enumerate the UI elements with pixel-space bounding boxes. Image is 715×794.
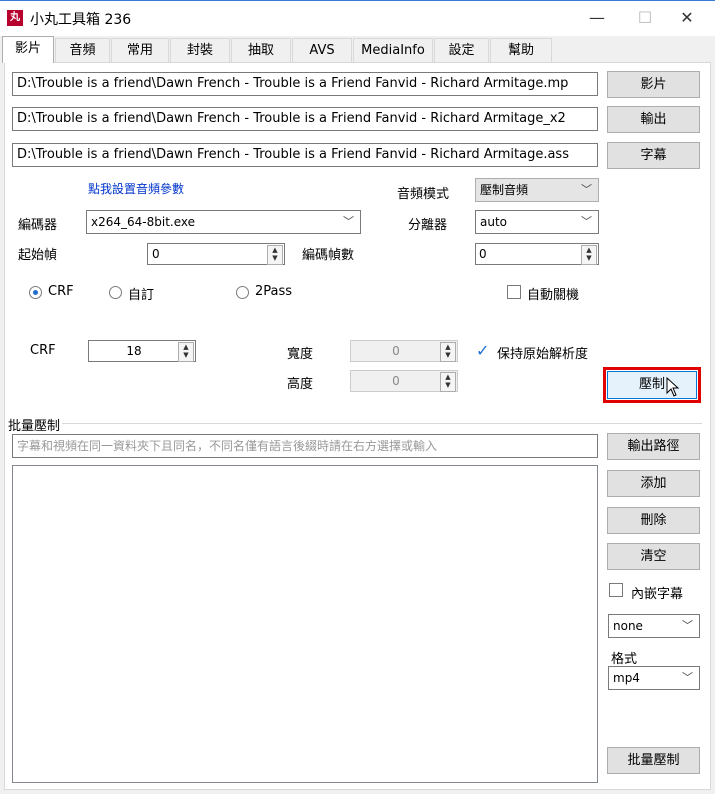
tab-common[interactable]: 常用 (111, 38, 169, 62)
auto-shutdown-label[interactable]: 自動關機 (527, 284, 579, 303)
tab-mediainfo[interactable]: MediaInfo (353, 38, 433, 62)
tab-mux[interactable]: 封裝 (170, 38, 230, 62)
custom-radio[interactable] (109, 286, 122, 299)
batch-hint-text: 字幕和視頻在同一資料夾下且同名，不同名僅有語言後綴時請在右方選擇或輸入 (17, 439, 438, 453)
spinner-arrows-icon[interactable]: ▲ ▼ (178, 342, 194, 362)
batch-encode-button[interactable]: 批量壓制 (607, 747, 700, 774)
encoder-select[interactable]: x264_64-8bit.exe ﹀ (86, 210, 361, 234)
audio-mode-value: 壓制音頻 (480, 183, 529, 197)
delete-button[interactable]: 刪除 (607, 507, 700, 534)
spinner-arrows-icon[interactable]: ▲ ▼ (440, 372, 456, 392)
add-button[interactable]: 添加 (607, 470, 700, 497)
splitter-label: 分離器 (408, 218, 448, 233)
chevron-down-icon: ﹀ (581, 215, 592, 228)
spinner-arrows-icon[interactable]: ▲ ▼ (581, 245, 597, 265)
encode-frames-value: 0 (479, 247, 487, 261)
chevron-down-icon: ﹀ (682, 671, 693, 684)
video-button[interactable]: 影片 (607, 71, 700, 98)
start-frame-spinner[interactable]: 0 ▲ ▼ (147, 243, 285, 265)
format-label: 格式 (611, 652, 638, 667)
auto-shutdown-checkbox[interactable] (507, 285, 521, 299)
close-button[interactable]: ✕ (664, 4, 710, 32)
chevron-down-icon: ﹀ (682, 619, 693, 632)
mouse-cursor-icon (666, 377, 680, 397)
maximize-button[interactable]: ☐ (622, 4, 668, 32)
subtitle-path-input[interactable]: D:\Trouble is a friend\Dawn French - Tro… (12, 143, 598, 167)
spinner-arrows-icon[interactable]: ▲ ▼ (440, 342, 456, 362)
audio-mode-select[interactable]: 壓制音頻 ﹀ (475, 178, 599, 202)
video-path-input[interactable]: D:\Trouble is a friend\Dawn French - Tro… (12, 72, 598, 96)
output-path-input[interactable]: D:\Trouble is a friend\Dawn French - Tro… (12, 107, 598, 131)
twopass-radio[interactable] (236, 286, 249, 299)
output-path-button[interactable]: 輸出路徑 (607, 433, 700, 460)
crf-radio[interactable] (29, 286, 42, 299)
keep-resolution-label[interactable]: 保持原始解析度 (497, 343, 588, 362)
crf-radio-label[interactable]: CRF (48, 284, 74, 299)
minimize-button[interactable]: — (574, 4, 620, 32)
tab-extract[interactable]: 抽取 (231, 38, 291, 62)
app-icon: 丸 (7, 10, 23, 26)
batch-hint-input[interactable]: 字幕和視頻在同一資料夾下且同名，不同名僅有語言後綴時請在右方選擇或輸入 (12, 434, 598, 458)
start-frame-value: 0 (152, 247, 160, 261)
encode-button-label: 壓制 (638, 377, 665, 392)
audio-mode-label: 音頻模式 (397, 187, 450, 202)
subtitle-lang-select[interactable]: none ﹀ (608, 614, 700, 638)
encoder-value: x264_64-8bit.exe (91, 215, 195, 229)
crf-value: 18 (126, 344, 142, 358)
custom-radio-label[interactable]: 自訂 (128, 284, 154, 303)
height-value: 0 (392, 374, 400, 388)
tab-settings[interactable]: 設定 (434, 38, 489, 62)
tab-avs[interactable]: AVS (292, 38, 352, 62)
window-title: 小丸工具箱 236 (30, 12, 132, 28)
splitter-select[interactable]: auto ﹀ (475, 210, 599, 234)
start-frame-label: 起始幀 (18, 248, 58, 263)
embed-subtitle-checkbox[interactable] (609, 583, 623, 597)
format-select[interactable]: mp4 ﹀ (608, 666, 700, 690)
tab-video[interactable]: 影片 (2, 36, 54, 63)
height-label: 高度 (287, 377, 314, 392)
encode-button[interactable]: 壓制 (607, 371, 697, 399)
crf-label: CRF (30, 343, 56, 358)
width-spinner[interactable]: 0 ▲ ▼ (350, 340, 458, 362)
output-button[interactable]: 輸出 (607, 106, 700, 133)
encode-frames-spinner[interactable]: 0 ▲ ▼ (475, 243, 599, 265)
chevron-down-icon: ﹀ (343, 215, 354, 228)
encode-frames-label: 編碼幀數 (302, 248, 355, 263)
checkmark-icon[interactable]: ✓ (476, 343, 492, 359)
tab-help[interactable]: 幫助 (490, 38, 552, 62)
tab-audio[interactable]: 音頻 (55, 38, 110, 62)
format-value: mp4 (613, 671, 640, 685)
embed-subtitle-label[interactable]: 內嵌字幕 (631, 583, 683, 602)
crf-spinner[interactable]: 18 ▲ ▼ (88, 340, 196, 362)
group-divider (62, 423, 702, 424)
width-value: 0 (392, 344, 400, 358)
batch-group-label: 批量壓制 (8, 419, 61, 434)
subtitle-button[interactable]: 字幕 (607, 142, 700, 169)
encoder-label: 編碼器 (18, 218, 58, 233)
batch-file-list[interactable] (12, 465, 598, 783)
width-label: 寬度 (287, 347, 314, 362)
audio-settings-link[interactable]: 點我設置音頻參數 (88, 180, 184, 197)
clear-button[interactable]: 清空 (607, 543, 700, 570)
spinner-arrows-icon[interactable]: ▲ ▼ (267, 245, 283, 265)
twopass-radio-label[interactable]: 2Pass (255, 284, 292, 299)
chevron-down-icon: ﹀ (581, 183, 592, 196)
splitter-value: auto (480, 215, 508, 229)
subtitle-lang-value: none (613, 619, 643, 633)
height-spinner[interactable]: 0 ▲ ▼ (350, 370, 458, 392)
